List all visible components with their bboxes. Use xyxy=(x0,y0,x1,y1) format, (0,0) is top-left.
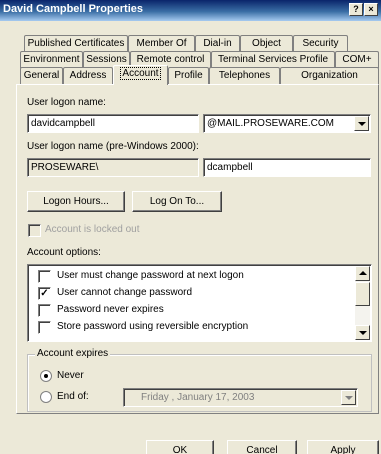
logon-name-label: User logon name: xyxy=(27,97,106,108)
never-label: Never xyxy=(57,370,84,381)
tab-address[interactable]: Address xyxy=(63,67,113,84)
pre2000-domain-field: PROSEWARE\ xyxy=(27,158,199,177)
account-options-label: Account options: xyxy=(27,247,101,258)
pre2000-logon-label: User logon name (pre-Windows 2000): xyxy=(27,141,199,152)
scroll-down-icon[interactable] xyxy=(355,325,370,340)
tab-telephones[interactable]: Telephones xyxy=(209,67,280,84)
window-title: David Campbell Properties xyxy=(3,3,143,15)
locked-out-label: Account is locked out xyxy=(45,224,140,235)
option-label: User must change password at next logon xyxy=(57,270,244,281)
scroll-thumb[interactable] xyxy=(355,282,370,306)
tab-published-certificates[interactable]: Published Certificates xyxy=(24,35,128,52)
pre2000-user-input[interactable]: dcampbell xyxy=(203,158,371,177)
tab-row-3: General Address Account Profile Telephon… xyxy=(16,65,379,85)
tab-member-of[interactable]: Member Of xyxy=(128,35,195,52)
option-label: User cannot change password xyxy=(57,287,193,298)
tab-account[interactable]: Account xyxy=(113,65,168,85)
apply-button[interactable]: Apply xyxy=(307,440,379,454)
log-on-to-button[interactable]: Log On To... xyxy=(132,191,222,212)
help-button[interactable]: ? xyxy=(349,3,363,16)
tab-row-1: Published Certificates Member Of Dial-in… xyxy=(16,35,379,52)
tab-dial-in[interactable]: Dial-in xyxy=(195,35,240,52)
upn-suffix-dropdown[interactable]: @MAIL.PROSEWARE.COM xyxy=(203,114,371,133)
option-checkbox-checked[interactable]: ✓ xyxy=(38,287,51,300)
tab-com-plus[interactable]: COM+ xyxy=(335,51,379,68)
option-label: Password never expires xyxy=(57,304,164,315)
tab-account-label: Account xyxy=(120,67,161,80)
end-of-label: End of: xyxy=(57,391,89,402)
option-checkbox[interactable] xyxy=(38,321,51,334)
ok-button[interactable]: OK xyxy=(146,440,214,454)
never-radio[interactable] xyxy=(40,370,52,382)
scroll-up-icon[interactable] xyxy=(355,266,370,281)
tab-general[interactable]: General xyxy=(20,67,63,84)
chevron-down-icon[interactable] xyxy=(354,116,369,131)
cancel-button[interactable]: Cancel xyxy=(227,440,297,454)
logon-hours-button[interactable]: Logon Hours... xyxy=(27,191,125,212)
options-scrollbar[interactable] xyxy=(355,266,370,340)
option-checkbox[interactable] xyxy=(38,270,51,283)
logon-name-input[interactable]: davidcampbell xyxy=(27,114,199,133)
account-options-list[interactable]: User must change password at next logon … xyxy=(27,264,372,342)
chevron-down-icon xyxy=(341,390,356,405)
title-bar: David Campbell Properties ? × xyxy=(0,0,381,21)
tab-profile[interactable]: Profile xyxy=(168,67,209,84)
locked-out-checkbox xyxy=(28,224,41,237)
close-button[interactable]: × xyxy=(364,3,378,16)
end-of-radio[interactable] xyxy=(40,391,52,403)
tab-environment[interactable]: Environment xyxy=(20,51,83,68)
option-checkbox[interactable] xyxy=(38,304,51,317)
tab-object[interactable]: Object xyxy=(240,35,293,52)
upn-suffix-value: @MAIL.PROSEWARE.COM xyxy=(207,118,335,129)
tab-security[interactable]: Security xyxy=(293,35,348,52)
end-date-value: Friday , January 17, 2003 xyxy=(141,392,255,403)
account-expires-label: Account expires xyxy=(35,348,111,359)
end-date-picker: Friday , January 17, 2003 xyxy=(123,388,358,407)
tab-organization[interactable]: Organization xyxy=(280,67,379,84)
option-label: Store password using reversible encrypti… xyxy=(57,321,249,332)
tab-row-2: Environment Sessions Remote control Term… xyxy=(16,51,379,68)
tab-terminal-services-profile[interactable]: Terminal Services Profile xyxy=(211,51,335,68)
